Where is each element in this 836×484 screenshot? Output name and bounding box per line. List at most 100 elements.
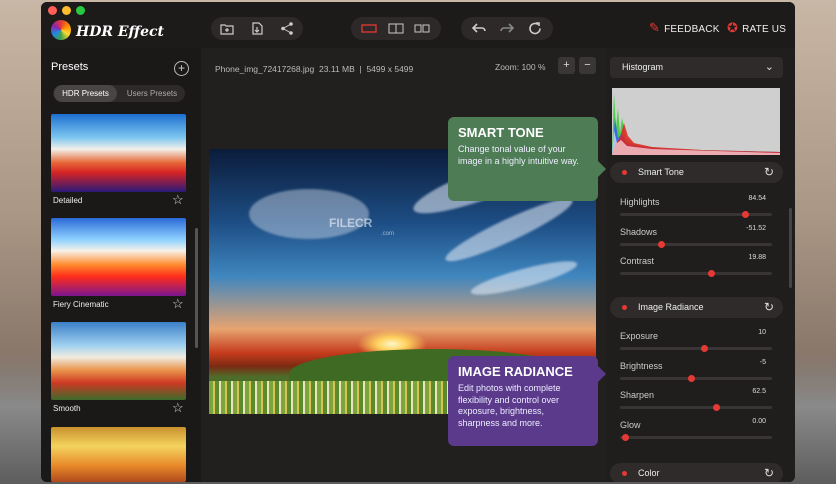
reset-color-icon[interactable]: ↻ xyxy=(764,466,774,480)
reset-image-radiance-icon[interactable]: ↻ xyxy=(764,300,774,314)
slider-knob[interactable] xyxy=(658,240,666,248)
close-window-button[interactable] xyxy=(48,6,57,15)
image-radiance-callout-text: Edit photos with complete flexibility an… xyxy=(458,383,561,428)
slider-knob[interactable] xyxy=(712,404,720,411)
slider-track[interactable] xyxy=(620,213,772,216)
slider-knob[interactable] xyxy=(688,374,696,382)
callout-arrow xyxy=(598,161,606,177)
reset-icon[interactable] xyxy=(527,21,543,36)
file-dimensions: 5499 x 5499 xyxy=(366,64,414,74)
zoom-in-button[interactable]: + xyxy=(558,57,575,74)
slider-track[interactable] xyxy=(620,242,772,246)
preset-tabs: HDR Presets Users Presets xyxy=(53,85,185,102)
slider-knob[interactable] xyxy=(621,433,629,441)
zoom-window-button[interactable] xyxy=(76,6,85,15)
tab-hdr-presets[interactable]: HDR Presets xyxy=(54,85,117,102)
split-view-icon[interactable] xyxy=(388,21,404,36)
adjustments-panel: Histogram ⌄ Smart Tone ↻ Highlights 84.54… xyxy=(607,48,795,482)
preset-label: Fiery Cinematic xyxy=(53,300,109,309)
minimize-window-button[interactable] xyxy=(62,6,71,15)
image-radiance-title: Image Radiance xyxy=(638,302,704,312)
section-active-dot[interactable] xyxy=(622,471,627,476)
slider-value: -5 xyxy=(759,358,766,366)
preset-card-fiery-cinematic[interactable]: Fiery Cinematic ☆ xyxy=(51,218,186,311)
slider-track[interactable] xyxy=(620,272,772,275)
slider-label: Exposure xyxy=(620,331,659,341)
preset-card-detailed[interactable]: Detailed ☆ xyxy=(51,114,186,207)
color-section-header[interactable]: Color ↻ xyxy=(610,463,783,482)
undo-icon[interactable] xyxy=(471,21,487,36)
view-mode-group xyxy=(351,17,441,40)
slider-knob[interactable] xyxy=(708,270,716,277)
favorite-star-icon[interactable]: ☆ xyxy=(172,296,184,312)
watermark: FILECR xyxy=(329,216,373,230)
histogram-dropdown[interactable]: Histogram ⌄ xyxy=(610,57,783,78)
rate-icon: ✪ xyxy=(727,20,739,35)
feedback-label: FEEDBACK xyxy=(664,24,720,35)
zoom-level: Zoom: 100 % xyxy=(495,62,546,72)
slider-label: Highlights xyxy=(620,197,660,207)
single-view-icon[interactable] xyxy=(361,21,377,36)
share-icon[interactable] xyxy=(279,21,295,36)
callout-arrow xyxy=(598,366,606,382)
section-active-dot[interactable] xyxy=(622,305,627,310)
panel-scrollbar[interactable] xyxy=(789,208,792,288)
color-title: Color xyxy=(638,468,660,478)
image-radiance-callout-title: IMAGE RADIANCE xyxy=(458,364,573,379)
slider-track[interactable] xyxy=(620,406,772,409)
file-info-separator: | xyxy=(359,64,362,74)
app-logo-icon xyxy=(51,20,71,40)
slider-track[interactable] xyxy=(620,435,772,439)
slider-track[interactable] xyxy=(620,376,772,380)
preset-thumbnail xyxy=(51,427,186,482)
side-by-side-view-icon[interactable] xyxy=(414,21,430,36)
title-bar: HDR Effect ✎ FEEDBACK ✪ RATE US xyxy=(41,2,795,48)
file-toolbar-group xyxy=(211,17,303,40)
preset-label: Detailed xyxy=(53,196,83,205)
slider-label: Glow xyxy=(620,419,641,430)
section-active-dot[interactable] xyxy=(622,170,627,175)
plus-icon: + xyxy=(177,61,185,75)
slider-knob[interactable] xyxy=(741,211,749,218)
smart-tone-callout-text: Change tonal value of your image in a hi… xyxy=(458,144,579,166)
rate-us-button[interactable]: ✪ RATE US xyxy=(727,20,786,36)
slider-knob[interactable] xyxy=(700,345,708,352)
histogram-graph xyxy=(612,93,780,155)
presets-sidebar: Presets + HDR Presets Users Presets Deta… xyxy=(41,48,201,482)
add-preset-button[interactable]: + xyxy=(174,61,189,76)
histogram-label: Histogram xyxy=(622,62,664,72)
app-window: HDR Effect ✎ FEEDBACK ✪ RATE US Presets + … xyxy=(41,2,795,482)
history-group xyxy=(461,17,553,40)
open-folder-icon[interactable] xyxy=(219,21,235,36)
preset-card-smooth[interactable]: Smooth ☆ xyxy=(51,322,186,415)
favorite-star-icon[interactable]: ☆ xyxy=(172,400,184,416)
slider-label: Contrast xyxy=(620,256,655,266)
tab-users-presets[interactable]: Users Presets xyxy=(119,85,185,102)
file-size: 23.11 MB xyxy=(319,64,355,74)
slider-value: 10 xyxy=(758,329,766,336)
smart-tone-title: Smart Tone xyxy=(638,167,684,177)
zoom-out-button[interactable]: − xyxy=(579,57,596,74)
feedback-button[interactable]: ✎ FEEDBACK xyxy=(649,20,720,36)
chevron-down-icon: ⌄ xyxy=(764,61,774,73)
favorite-star-icon[interactable]: ☆ xyxy=(172,192,184,208)
presets-title: Presets xyxy=(51,61,89,73)
redo-icon[interactable] xyxy=(499,21,515,36)
smart-tone-callout-title: SMART TONE xyxy=(458,125,544,140)
preset-label: Smooth xyxy=(53,404,81,413)
preset-thumbnail xyxy=(51,322,186,400)
slider-label: Brightness xyxy=(620,360,663,371)
preset-card-4[interactable] xyxy=(51,427,186,482)
image-radiance-section-header[interactable]: Image Radiance ↻ xyxy=(610,297,783,318)
preset-thumbnail xyxy=(51,114,186,192)
reset-smart-tone-icon[interactable]: ↻ xyxy=(764,165,774,179)
smart-tone-callout: SMART TONE Change tonal value of your im… xyxy=(448,117,606,201)
slider-value: 84.54 xyxy=(748,195,766,202)
slider-value: 0.00 xyxy=(752,417,766,425)
export-icon[interactable] xyxy=(249,21,265,36)
slider-track[interactable] xyxy=(620,347,772,350)
sidebar-scrollbar[interactable] xyxy=(195,228,198,348)
file-info: Phone_img_72417268.jpg 23.11 MB | 5499 x… xyxy=(215,64,413,74)
smart-tone-section-header[interactable]: Smart Tone ↻ xyxy=(610,162,783,183)
preset-thumbnail xyxy=(51,218,186,296)
